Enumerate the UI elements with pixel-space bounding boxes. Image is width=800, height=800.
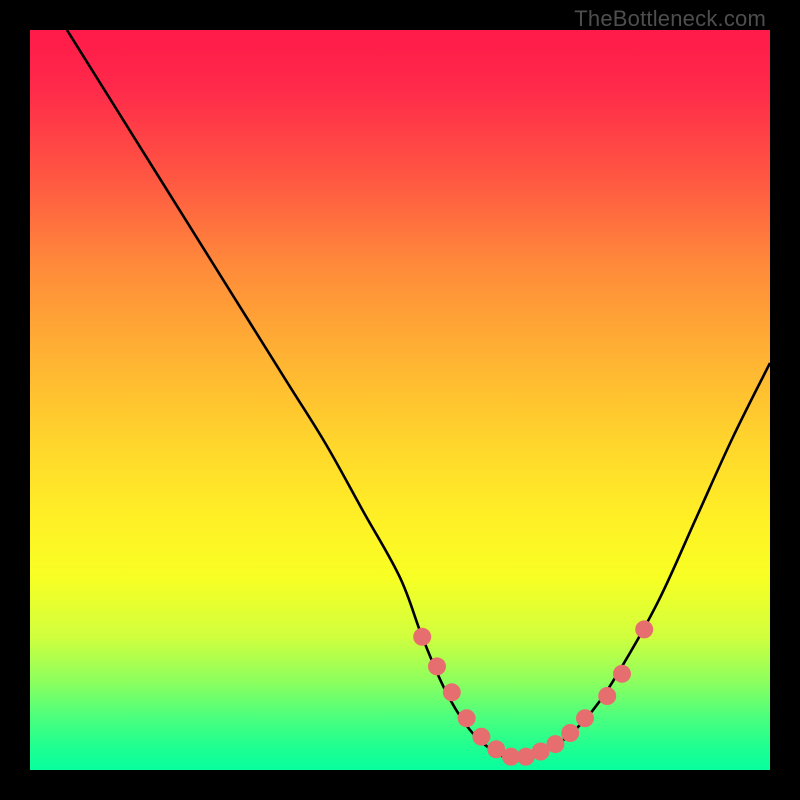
highlight-dot	[458, 709, 476, 727]
highlight-dot	[576, 709, 594, 727]
highlight-dot	[598, 687, 616, 705]
bottleneck-curve-path	[67, 30, 770, 759]
highlight-dot	[613, 665, 631, 683]
highlight-dot	[443, 683, 461, 701]
highlight-dot	[546, 735, 564, 753]
chart-frame	[30, 30, 770, 770]
bottleneck-curve	[67, 30, 770, 759]
highlight-dot	[413, 628, 431, 646]
highlight-dot	[472, 728, 490, 746]
watermark-text: TheBottleneck.com	[574, 6, 766, 32]
highlight-dot	[635, 620, 653, 638]
chart-svg	[30, 30, 770, 770]
highlight-dots	[413, 620, 653, 765]
highlight-dot	[428, 657, 446, 675]
highlight-dot	[561, 724, 579, 742]
